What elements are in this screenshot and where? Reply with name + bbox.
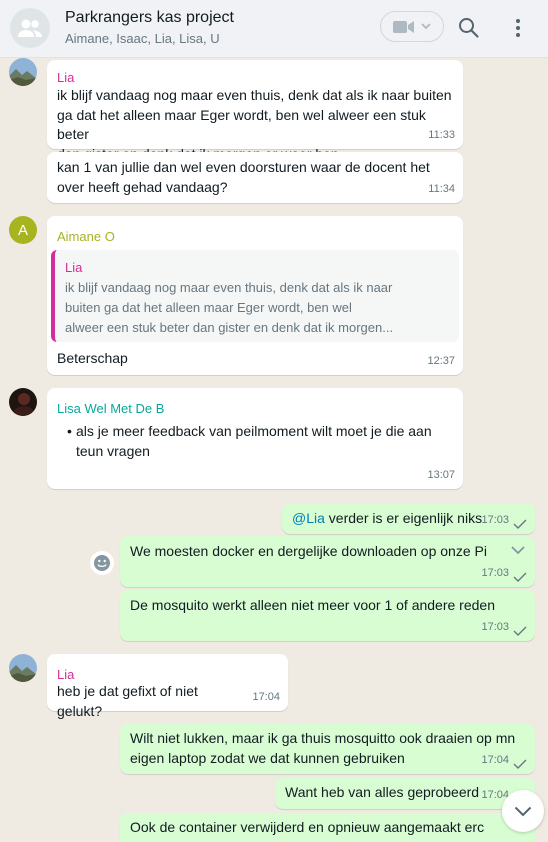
message-bubble-outgoing[interactable]: We moesten docker en dergelijke download… (120, 536, 535, 587)
message-text: De mosquito werkt alleen niet meer voor … (130, 597, 495, 613)
sent-check-icon (513, 626, 527, 636)
bullet-marker: • (67, 423, 72, 439)
profile-photo-icon (9, 388, 37, 416)
message-text: kan 1 van jullie dan wel even doorsturen… (57, 159, 430, 195)
chat-members[interactable]: Aimane, Isaac, Lia, Lisa, U (65, 31, 220, 46)
message-list[interactable]: Lia ik blijf vandaag nog maar even thuis… (0, 58, 548, 842)
message-bubble-outgoing[interactable]: De mosquito werkt alleen niet meer voor … (120, 590, 535, 641)
message-bubble-outgoing[interactable]: Want heb van alles geprobeerd 17:04 (275, 778, 535, 809)
group-avatar[interactable] (10, 8, 50, 48)
message-time: 17:04 (252, 690, 280, 703)
chevron-down-icon (514, 806, 532, 816)
message-bubble-outgoing[interactable]: @Lia verder is er eigenlijk niks 17:03 (282, 503, 535, 534)
scroll-to-bottom-button[interactable] (502, 790, 544, 832)
chat-header: Parkrangers kas project Aimane, Isaac, L… (0, 0, 548, 58)
message-text: Ook de container verwijderd en opnieuw a… (130, 819, 485, 835)
chevron-down-icon[interactable] (511, 546, 525, 555)
message-time: 13:07 (427, 468, 455, 481)
message-time: 17:03 (481, 566, 509, 579)
menu-icon[interactable] (508, 16, 528, 40)
sent-check-icon (513, 519, 527, 529)
mention-link[interactable]: @Lia (292, 510, 325, 526)
message-bubble-outgoing[interactable]: Wilt niet lukken, maar ik ga thuis mosqu… (120, 724, 535, 774)
avatar-lisa[interactable] (9, 388, 37, 416)
message-text: heb je dat gefixt of niet gelukt? (57, 683, 202, 719)
message-text: als je meer feedback van peilmoment wilt… (76, 423, 432, 459)
message-text: Beterschap (57, 350, 128, 366)
quoted-text: ik blijf vandaag nog maar even thuis, de… (65, 280, 394, 335)
avatar-aimane[interactable]: A (9, 216, 37, 244)
message-bubble[interactable]: Lia ik blijf vandaag nog maar even thuis… (47, 60, 463, 162)
message-bubble[interactable]: Aimane O Lia ik blijf vandaag nog maar e… (47, 216, 463, 375)
avatar-lia[interactable] (9, 58, 37, 86)
chat-title[interactable]: Parkrangers kas project (65, 9, 234, 27)
quoted-message[interactable]: Lia ik blijf vandaag nog maar even thuis… (51, 250, 459, 342)
avatar-letter: A (17, 221, 28, 239)
message-bubble-outgoing[interactable]: Ook de container verwijderd en opnieuw a… (120, 813, 535, 842)
video-call-button[interactable] (380, 11, 444, 42)
chevron-down-icon (421, 23, 431, 30)
quoted-sender: Lia (65, 260, 83, 275)
sender-name: Aimane O (57, 229, 115, 244)
search-icon[interactable] (457, 16, 481, 40)
emoji-reaction-button[interactable] (90, 551, 114, 575)
smiley-icon (94, 555, 110, 571)
sender-name: Lia (57, 70, 75, 85)
sent-check-icon (513, 759, 527, 769)
landscape-avatar-icon (9, 654, 37, 682)
landscape-avatar-icon (9, 58, 37, 86)
message-time: 12:37 (427, 354, 455, 367)
message-text: We moesten docker en dergelijke download… (130, 543, 487, 559)
message-bubble[interactable]: kan 1 van jullie dan wel even doorsturen… (47, 152, 463, 203)
message-time: 17:03 (481, 620, 509, 633)
message-time: 17:04 (481, 753, 509, 766)
message-time: 11:34 (428, 182, 455, 195)
message-bubble[interactable]: Lisa Wel Met De B • als je meer feedback… (47, 388, 463, 489)
message-bubble[interactable]: Lia heb je dat gefixt of niet gelukt? 17… (47, 654, 288, 719)
avatar-lia[interactable] (9, 654, 37, 682)
message-time: 17:03 (481, 513, 509, 526)
sender-name: Lisa Wel Met De B (57, 401, 165, 416)
group-icon (18, 19, 42, 37)
message-time: 11:33 (428, 128, 455, 141)
video-camera-icon (393, 20, 414, 33)
sent-check-icon (513, 572, 527, 582)
message-text: Wilt niet lukken, maar ik ga thuis mosqu… (130, 730, 516, 766)
